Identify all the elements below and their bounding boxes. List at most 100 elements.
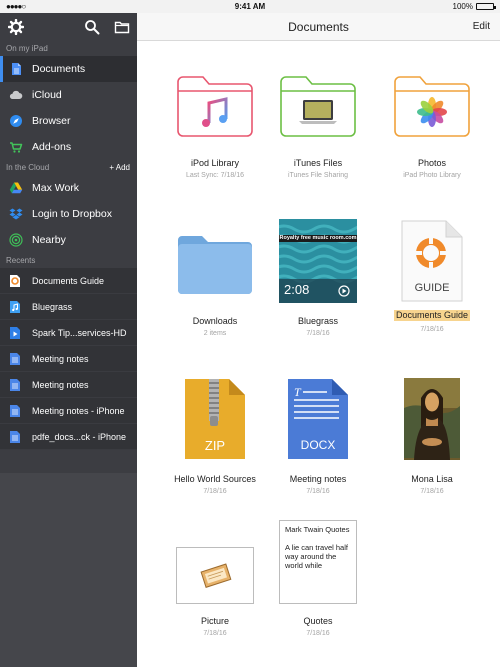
recent-item-pdfe-docs[interactable]: pdfe_docs...ck - iPhone: [0, 424, 137, 450]
cart-icon: [9, 140, 23, 154]
word-file-icon: [9, 352, 21, 366]
tile-bluegrass[interactable]: Royalty free music room.com 2:08 Bluegra…: [263, 218, 373, 338]
tile-subtitle: iPad Photo Library: [403, 172, 461, 179]
video-thumbnail: Royalty free music room.com 2:08: [263, 218, 373, 304]
recent-item-meeting-notes-2[interactable]: Meeting notes: [0, 372, 137, 398]
tile-meeting-notes[interactable]: T DOCX Meeting notes 7/18/16: [263, 376, 373, 496]
sidebar-item-label: iCloud: [32, 89, 62, 101]
main-header: Documents Edit: [137, 13, 500, 41]
tile-name: Meeting notes: [289, 474, 347, 484]
tile-documents-guide[interactable]: GUIDE Documents Guide 7/18/16: [377, 218, 487, 334]
tile-name: Bluegrass: [297, 316, 339, 326]
add-cloud-button[interactable]: + Add: [109, 160, 130, 175]
tile-name: Quotes: [303, 616, 333, 626]
sidebar-item-icloud[interactable]: iCloud: [0, 82, 137, 108]
photos-folder-icon: [377, 66, 487, 146]
sidebar-item-add-ons[interactable]: Add-ons: [0, 134, 137, 160]
sidebar-toolbar: [0, 13, 137, 41]
tile-itunes-files[interactable]: iTunes Files iTunes File Sharing: [263, 66, 373, 180]
text-preview: Mark Twain Quotes A lie can travel half …: [263, 520, 373, 604]
tile-name: Photos: [417, 158, 447, 168]
video-file-icon: [9, 326, 21, 340]
tile-subtitle: 2 items: [203, 330, 227, 337]
tile-name: iPod Library: [190, 158, 240, 168]
video-banner: Royalty free music room.com: [279, 235, 357, 242]
tile-quotes[interactable]: Mark Twain Quotes A lie can travel half …: [263, 520, 373, 638]
word-file-icon: [9, 378, 21, 392]
tile-mona-lisa[interactable]: Mona Lisa 7/18/16: [377, 376, 487, 496]
sidebar: On my iPad Documents iCloud Browser Add-…: [0, 13, 137, 667]
tile-photos[interactable]: Photos iPad Photo Library: [377, 66, 487, 180]
recent-item-meeting-notes[interactable]: Meeting notes: [0, 346, 137, 372]
tile-name: Picture: [200, 616, 229, 626]
preview-title: Mark Twain Quotes: [285, 525, 350, 534]
video-duration: 2:08: [284, 282, 310, 297]
itunes-folder-icon: [263, 66, 373, 146]
edit-button[interactable]: Edit: [473, 21, 490, 32]
tile-hello-world-sources[interactable]: ZIP Hello World Sources 7/18/16: [160, 376, 270, 496]
sidebar-item-nearby[interactable]: Nearby: [0, 227, 137, 253]
sidebar-item-browser[interactable]: Browser: [0, 108, 137, 134]
sidebar-item-documents[interactable]: Documents: [0, 56, 137, 82]
tile-subtitle: 7/18/16: [306, 330, 330, 337]
status-time: 9:41 AM: [234, 2, 266, 11]
sidebar-item-label: Login to Dropbox: [32, 208, 112, 220]
tile-subtitle: 7/18/16: [306, 488, 330, 495]
recent-item-documents-guide[interactable]: Documents Guide: [0, 268, 137, 294]
tile-name: iTunes Files: [293, 158, 343, 168]
picture-icon: [160, 534, 270, 604]
recent-item-spark-tips[interactable]: Spark Tip...services-HD: [0, 320, 137, 346]
word-file-icon: [9, 430, 21, 444]
sidebar-item-label: Nearby: [32, 234, 66, 246]
sidebar-empty-area: [0, 473, 137, 667]
zip-badge: ZIP: [204, 438, 226, 453]
section-label: In the Cloud: [6, 163, 50, 172]
battery-percent: 100%: [452, 2, 473, 11]
music-folder-icon: [160, 66, 270, 146]
sidebar-item-label: Max Work: [32, 182, 80, 194]
gear-icon[interactable]: [7, 18, 25, 36]
section-in-the-cloud: In the Cloud + Add: [0, 160, 137, 175]
preview-body: A lie can travel half way around the wor…: [285, 543, 348, 570]
tile-name: Documents Guide: [393, 310, 471, 321]
section-on-my-ipad: On my iPad: [6, 44, 48, 53]
sidebar-item-login-to-dropbox[interactable]: Login to Dropbox: [0, 201, 137, 227]
audio-file-icon: [9, 300, 21, 314]
sidebar-item-label: Browser: [32, 115, 71, 127]
search-icon[interactable]: [84, 19, 100, 35]
guide-file-icon: [9, 274, 21, 288]
folder-icon[interactable]: [114, 19, 130, 35]
guide-icon: GUIDE: [377, 218, 487, 304]
recent-item-meeting-notes-iphone[interactable]: Meeting notes - iPhone: [0, 398, 137, 424]
dropbox-icon: [9, 207, 23, 221]
image-thumbnail: [377, 376, 487, 462]
tile-ipod-library[interactable]: iPod Library Last Sync: 7/18/16: [160, 66, 270, 180]
word-file-icon: [9, 404, 21, 418]
cloud-icon: [9, 88, 23, 102]
page-title: Documents: [288, 20, 349, 34]
recent-item-label: Bluegrass: [32, 301, 73, 312]
tile-subtitle: iTunes File Sharing: [287, 172, 349, 179]
document-icon: [9, 62, 23, 76]
recent-item-label: Spark Tip...services-HD: [32, 327, 127, 338]
tile-subtitle: 7/18/16: [306, 630, 330, 637]
zip-icon: ZIP: [160, 376, 270, 462]
tile-subtitle: 7/18/16: [420, 326, 444, 333]
docx-icon: T DOCX: [263, 376, 373, 462]
tile-picture[interactable]: Picture 7/18/16: [160, 534, 270, 638]
documents-grid: iPod Library Last Sync: 7/18/16 iTunes F…: [137, 42, 500, 667]
status-bar: ●●●●○ 9:41 AM 100%: [0, 0, 500, 13]
nearby-icon: [9, 233, 23, 247]
recent-item-label: Meeting notes: [32, 379, 89, 390]
tile-name: Mona Lisa: [411, 474, 453, 484]
google-drive-icon: [9, 181, 23, 195]
recent-item-label: Meeting notes - iPhone: [32, 405, 125, 416]
sidebar-item-label: Add-ons: [32, 141, 72, 153]
section-recents: Recents: [6, 256, 36, 265]
tile-downloads[interactable]: Downloads 2 items: [160, 224, 270, 338]
sidebar-item-max-work[interactable]: Max Work: [0, 175, 137, 201]
tile-subtitle: 7/18/16: [420, 488, 444, 495]
recent-item-label: pdfe_docs...ck - iPhone: [32, 431, 127, 442]
recent-item-bluegrass[interactable]: Bluegrass: [0, 294, 137, 320]
tile-subtitle: 7/18/16: [203, 630, 227, 637]
